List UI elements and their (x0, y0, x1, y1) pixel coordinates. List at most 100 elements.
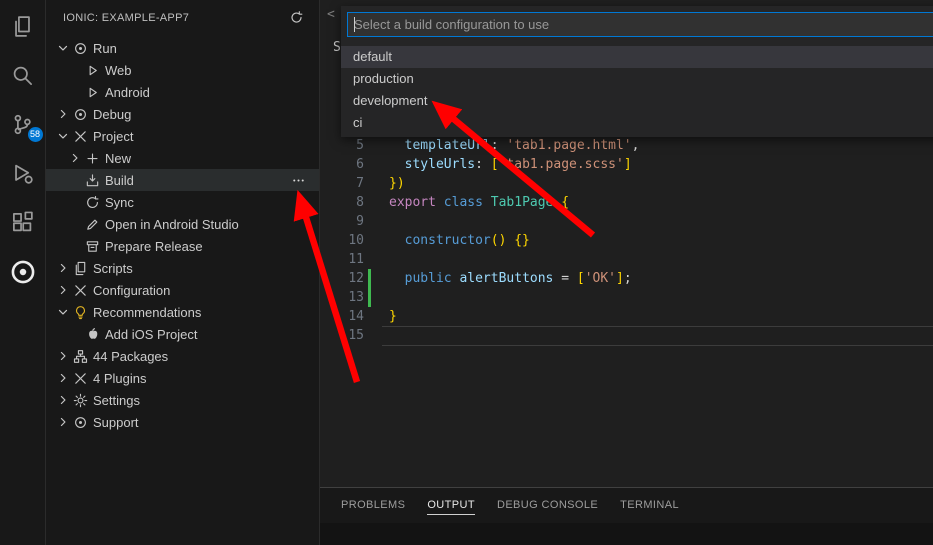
code-text: styleUrls: ['tab1.page.scss'] (389, 155, 632, 174)
circle-dot-icon (73, 107, 88, 122)
tree-item-label: Sync (105, 195, 134, 210)
tree-item-label: 4 Plugins (93, 371, 146, 386)
bottom-panel: PROBLEMS OUTPUT DEBUG CONSOLE TERMINAL (320, 487, 933, 545)
chevron-right-icon[interactable] (56, 371, 73, 385)
chevron-right-icon[interactable] (56, 283, 73, 297)
tree-item-label: Run (93, 41, 117, 56)
quickpick-input[interactable] (347, 12, 933, 37)
tree-item-label: Scripts (93, 261, 133, 276)
build-icon (85, 173, 100, 188)
line-number: 9 (320, 212, 364, 231)
extensions-activity-button[interactable] (0, 198, 46, 247)
code-line-8[interactable]: 8export class Tab1Page { (320, 193, 933, 212)
circle-dot-icon (73, 415, 88, 430)
line-number: 6 (320, 155, 364, 174)
tree-item-label: 44 Packages (93, 349, 168, 364)
tree-item-4-plugins[interactable]: 4 Plugins (46, 367, 319, 389)
code-text: templateUrl: 'tab1.page.html', (389, 136, 639, 155)
tree-item-run[interactable]: Run (46, 37, 319, 59)
circle-dot-icon (73, 41, 88, 56)
tree-item-debug[interactable]: Debug (46, 103, 319, 125)
tree-item-android[interactable]: Android (46, 81, 319, 103)
tree-item-open-in-android-studio[interactable]: Open in Android Studio (46, 213, 319, 235)
chevron-right-icon[interactable] (56, 107, 73, 121)
run-and-debug-activity-button[interactable] (0, 149, 46, 198)
code-line-15[interactable]: 15 (320, 326, 933, 345)
chevron-down-icon[interactable] (56, 129, 73, 143)
chevron-right-icon[interactable] (68, 151, 85, 165)
tree-item-add-ios-project[interactable]: Add iOS Project (46, 323, 319, 345)
chevron-right-icon[interactable] (56, 261, 73, 275)
vscode-window: 58 IONIC: EXAMPLE-APP7 RunWebAndroidDebu… (0, 0, 933, 545)
tree-item-44-packages[interactable]: 44 Packages (46, 345, 319, 367)
apple-icon (85, 327, 100, 342)
tree-item-new[interactable]: New (46, 147, 319, 169)
play-icon (85, 63, 100, 78)
refresh-icon[interactable] (289, 10, 304, 25)
files-icon (11, 15, 34, 38)
panel-tabs: PROBLEMS OUTPUT DEBUG CONSOLE TERMINAL (320, 488, 933, 522)
code-line-5[interactable]: 5 templateUrl: 'tab1.page.html', (320, 136, 933, 155)
quickpick-list: defaultproductiondevelopmentci (341, 46, 933, 134)
tree-item-scripts[interactable]: Scripts (46, 257, 319, 279)
code-text: } (389, 307, 397, 326)
tree-item-build[interactable]: Build (46, 169, 319, 191)
sidebar: IONIC: EXAMPLE-APP7 RunWebAndroidDebugPr… (46, 0, 320, 545)
panel-tab-debug-console[interactable]: DEBUG CONSOLE (497, 495, 598, 515)
quickpick-option-ci[interactable]: ci (341, 112, 933, 134)
tree-item-web[interactable]: Web (46, 59, 319, 81)
line-number: 10 (320, 231, 364, 250)
tree-item-label: Android (105, 85, 150, 100)
twisty-spacer (68, 217, 85, 231)
quickpick-option-default[interactable]: default (341, 46, 933, 68)
tree-item-prepare-release[interactable]: Prepare Release (46, 235, 319, 257)
plus-icon (85, 151, 100, 166)
chevron-right-icon[interactable] (56, 349, 73, 363)
tree-item-configuration[interactable]: Configuration (46, 279, 319, 301)
play-icon (85, 85, 100, 100)
chevron-right-icon[interactable] (56, 393, 73, 407)
code-line-7[interactable]: 7}) (320, 174, 933, 193)
search-icon (11, 64, 34, 87)
explorer-activity-button[interactable] (0, 2, 46, 51)
line-number: 15 (320, 326, 364, 345)
tree-item-sync[interactable]: Sync (46, 191, 319, 213)
tree-item-label: Settings (93, 393, 140, 408)
tree-item-settings[interactable]: Settings (46, 389, 319, 411)
editor[interactable]: < S 5 templateUrl: 'tab1.page.html',6 st… (320, 0, 933, 487)
quickpick-option-development[interactable]: development (341, 90, 933, 112)
panel-tab-output[interactable]: OUTPUT (427, 495, 475, 515)
code-line-9[interactable]: 9 (320, 212, 933, 231)
panel-tab-terminal[interactable]: TERMINAL (620, 495, 679, 515)
archive-icon (85, 239, 100, 254)
tree-item-label: Add iOS Project (105, 327, 198, 342)
search-activity-button[interactable] (0, 51, 46, 100)
panel-tab-problems[interactable]: PROBLEMS (341, 495, 405, 515)
code-line-13[interactable]: 13 (320, 288, 933, 307)
chevron-right-icon[interactable] (56, 415, 73, 429)
chevron-down-icon[interactable] (56, 305, 73, 319)
ionic-activity-button[interactable] (0, 247, 46, 296)
tree-item-label: Build (105, 173, 134, 188)
source-control-activity-button[interactable]: 58 (0, 100, 46, 149)
scm-count-badge: 58 (28, 127, 43, 142)
twisty-spacer (68, 327, 85, 341)
code-text: public alertButtons = ['OK']; (389, 269, 632, 288)
lightbulb-icon (73, 305, 88, 320)
quickpick-option-production[interactable]: production (341, 68, 933, 90)
code-line-12[interactable]: 12 public alertButtons = ['OK']; (320, 269, 933, 288)
code-line-10[interactable]: 10 constructor() {} (320, 231, 933, 250)
tree-item-project[interactable]: Project (46, 125, 319, 147)
tree-item-support[interactable]: Support (46, 411, 319, 433)
tree-item-recommendations[interactable]: Recommendations (46, 301, 319, 323)
more-actions-icon[interactable] (291, 173, 306, 188)
files-icon (73, 261, 88, 276)
twisty-spacer (68, 173, 85, 187)
tree-item-label: Web (105, 63, 132, 78)
chevron-down-icon[interactable] (56, 41, 73, 55)
code-line-6[interactable]: 6 styleUrls: ['tab1.page.scss'] (320, 155, 933, 174)
code-text: }) (389, 174, 405, 193)
code-line-11[interactable]: 11 (320, 250, 933, 269)
code-line-14[interactable]: 14} (320, 307, 933, 326)
sync-icon (85, 195, 100, 210)
